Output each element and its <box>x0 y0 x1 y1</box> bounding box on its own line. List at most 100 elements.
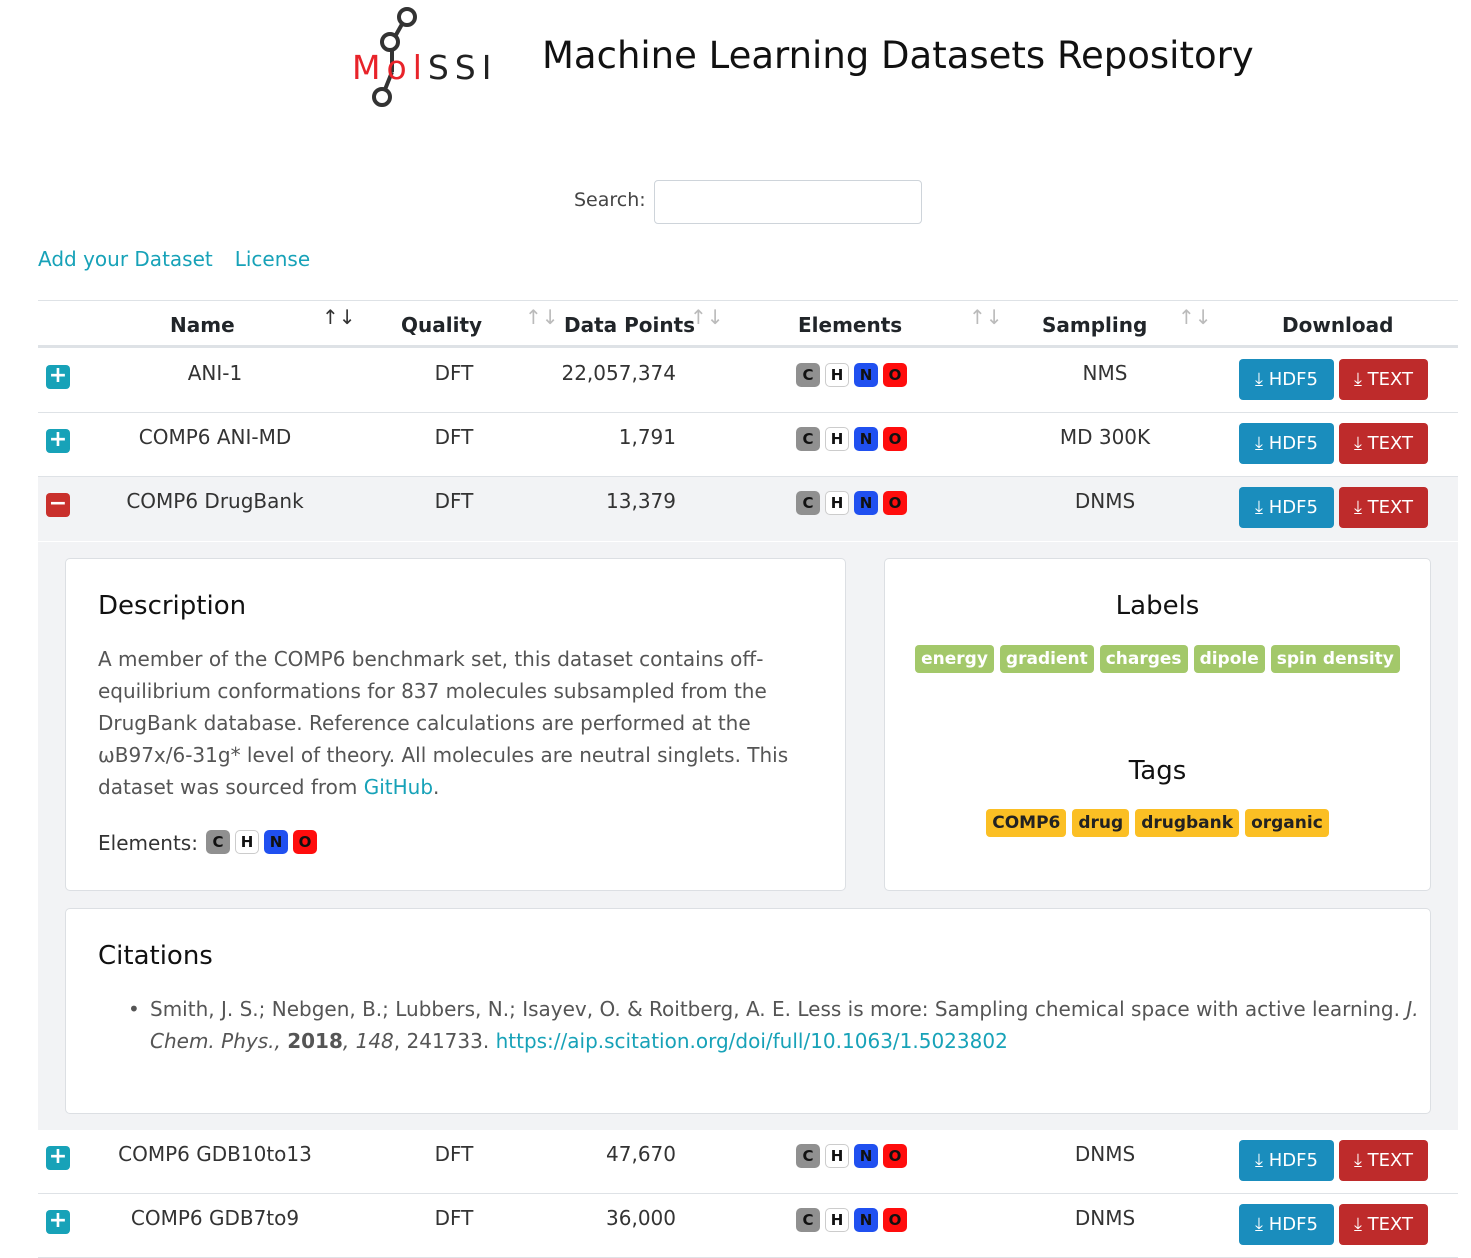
download-icon: ⤓ <box>1353 369 1362 390</box>
dataset-details: Description A member of the COMP6 benchm… <box>38 542 1458 1130</box>
row-data-points: 1,791 <box>618 425 676 449</box>
row-name: ANI-1 <box>187 361 243 385</box>
download-text-button[interactable]: ⤓ TEXT <box>1339 487 1428 528</box>
add-dataset-link[interactable]: Add your Dataset <box>38 247 213 271</box>
github-link[interactable]: GitHub <box>364 775 433 799</box>
element-oxygen: O <box>293 830 317 854</box>
element-hydrogen: H <box>825 1144 849 1168</box>
table-header: Name ↑↓ Quality ↑↓ Data Points ↑↓ Elemen… <box>38 300 1458 348</box>
citation-bullet: • <box>128 997 140 1021</box>
expand-row-icon[interactable]: + <box>46 365 70 389</box>
description-body: A member of the COMP6 benchmark set, thi… <box>98 647 789 799</box>
row-quality: DFT <box>434 1206 474 1230</box>
download-text-button[interactable]: ⤓ TEXT <box>1339 1204 1428 1245</box>
page-header: MolSSI Machine Learning Datasets Reposit… <box>0 0 1471 120</box>
text-label: TEXT <box>1367 369 1414 390</box>
element-hydrogen: H <box>825 427 849 451</box>
download-hdf5-button[interactable]: ⤓ HDF5 <box>1239 423 1334 464</box>
citation-year: 2018 <box>287 1029 343 1053</box>
collapse-row-icon[interactable]: − <box>46 493 70 517</box>
elements-label: Elements: <box>98 831 198 855</box>
logo-letter-m: M <box>352 48 387 87</box>
row-quality: DFT <box>434 489 474 513</box>
hdf5-label: HDF5 <box>1268 433 1318 454</box>
license-link[interactable]: License <box>235 247 310 271</box>
sort-icon-elements[interactable]: ↑↓ <box>969 305 1003 329</box>
tags-list: COMP6 drug drugbank organic <box>885 809 1430 837</box>
labels-heading: Labels <box>1115 591 1200 621</box>
citation-volume: 148 <box>355 1029 394 1053</box>
expand-row-icon[interactable]: + <box>46 1146 70 1170</box>
expand-row-icon[interactable]: + <box>46 429 70 453</box>
column-header-elements[interactable]: Elements <box>798 313 902 337</box>
download-hdf5-button[interactable]: ⤓ HDF5 <box>1239 1140 1334 1181</box>
download-hdf5-button[interactable]: ⤓ HDF5 <box>1239 1204 1334 1245</box>
table-row: + COMP6 GDB10to13 DFT 47,670 C H N O DNM… <box>38 1130 1458 1194</box>
column-header-quality[interactable]: Quality <box>401 313 482 337</box>
download-icon: ⤓ <box>1255 369 1264 390</box>
row-name: COMP6 ANI-MD <box>138 425 292 449</box>
description-end: . <box>433 775 440 799</box>
labels-tags-card: Labels energy gradient charges dipole spin d… <box>884 558 1431 891</box>
column-header-data-points[interactable]: Data Points <box>564 313 695 337</box>
molssi-logo[interactable]: MolSSI <box>350 4 510 110</box>
row-elements: C H N O <box>796 1144 907 1168</box>
download-icon: ⤓ <box>1255 1214 1264 1235</box>
citation-url-link[interactable]: https://aip.scitation.org/doi/full/10.10… <box>496 1029 1008 1053</box>
row-name: COMP6 GDB7to9 <box>130 1206 300 1230</box>
element-oxygen: O <box>883 1208 907 1232</box>
logo-wordmark: MolSSI <box>352 48 498 87</box>
row-sampling: DNMS <box>1074 1206 1136 1230</box>
row-sampling: DNMS <box>1074 489 1136 513</box>
text-label: TEXT <box>1367 1214 1414 1235</box>
sort-icon-sampling[interactable]: ↑↓ <box>1178 305 1212 329</box>
hdf5-label: HDF5 <box>1268 497 1318 518</box>
sort-icon-quality[interactable]: ↑↓ <box>525 305 559 329</box>
element-nitrogen: N <box>854 491 878 515</box>
row-quality: DFT <box>434 361 474 385</box>
citation-pages: , 241733. <box>393 1029 496 1053</box>
top-links: Add your Dataset License <box>38 247 332 271</box>
sort-icon-name[interactable]: ↑↓ <box>322 305 356 329</box>
row-data-points: 36,000 <box>606 1206 676 1230</box>
tag-badge: COMP6 <box>986 809 1067 837</box>
element-oxygen: O <box>883 427 907 451</box>
sort-icon-data-points[interactable]: ↑↓ <box>690 305 724 329</box>
download-icon: ⤓ <box>1353 433 1362 454</box>
download-text-button[interactable]: ⤓ TEXT <box>1339 359 1428 400</box>
hdf5-label: HDF5 <box>1268 1214 1318 1235</box>
tag-badge: organic <box>1245 809 1329 837</box>
description-text: A member of the COMP6 benchmark set, thi… <box>98 643 828 803</box>
element-carbon: C <box>796 427 820 451</box>
column-header-sampling[interactable]: Sampling <box>1042 313 1147 337</box>
citations-heading: Citations <box>98 941 213 971</box>
row-data-points: 22,057,374 <box>561 361 676 385</box>
element-nitrogen: N <box>854 427 878 451</box>
row-sampling: MD 300K <box>1059 425 1151 449</box>
tag-badge: drugbank <box>1135 809 1240 837</box>
row-name: COMP6 DrugBank <box>126 489 304 513</box>
table-row: + COMP6 ANI-MD DFT 1,791 C H N O MD 300K… <box>38 413 1458 477</box>
download-text-button[interactable]: ⤓ TEXT <box>1339 423 1428 464</box>
element-carbon: C <box>796 1144 820 1168</box>
logo-letter-o: o <box>386 48 413 87</box>
download-text-button[interactable]: ⤓ TEXT <box>1339 1140 1428 1181</box>
citation-text: Smith, J. S.; Nebgen, B.; Lubbers, N.; I… <box>150 997 1419 1053</box>
column-header-name[interactable]: Name <box>170 313 235 337</box>
tag-badge: drug <box>1072 809 1130 837</box>
download-hdf5-button[interactable]: ⤓ HDF5 <box>1239 359 1334 400</box>
expand-row-icon[interactable]: + <box>46 1210 70 1234</box>
download-icon: ⤓ <box>1353 1150 1362 1171</box>
description-heading: Description <box>98 591 247 621</box>
row-sampling: NMS <box>1082 361 1128 385</box>
download-hdf5-button[interactable]: ⤓ HDF5 <box>1239 487 1334 528</box>
label-badge: spin density <box>1270 645 1400 673</box>
citation-authors: Smith, J. S.; Nebgen, B.; Lubbers, N.; I… <box>150 997 1407 1021</box>
citations-card: Citations • Smith, J. S.; Nebgen, B.; Lu… <box>65 908 1431 1114</box>
search-label: Search: <box>574 189 646 211</box>
hdf5-label: HDF5 <box>1268 369 1318 390</box>
element-hydrogen: H <box>825 491 849 515</box>
element-carbon: C <box>796 1208 820 1232</box>
element-carbon: C <box>796 491 820 515</box>
search-input[interactable] <box>654 180 922 224</box>
